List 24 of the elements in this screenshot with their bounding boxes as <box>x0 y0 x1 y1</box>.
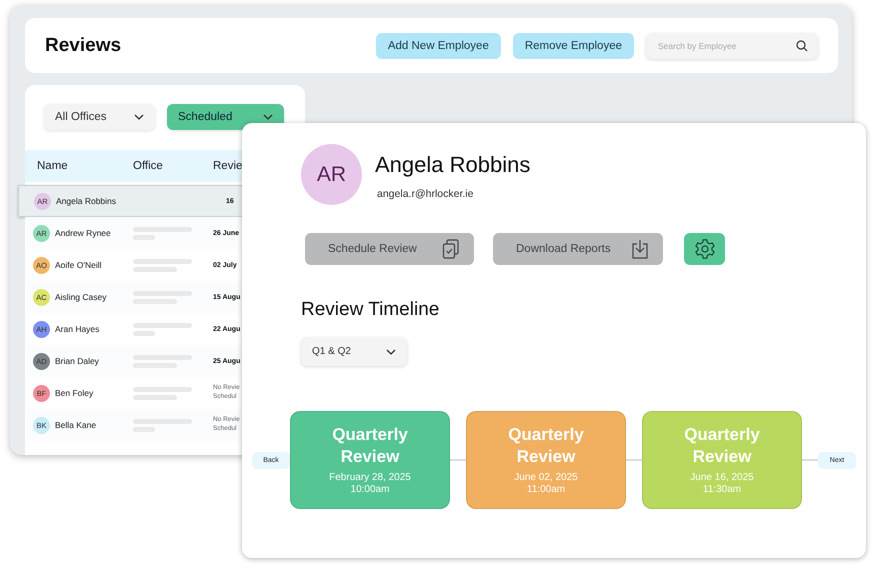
employee-name: Bella Kane <box>55 420 96 430</box>
column-header: Revie <box>213 160 244 172</box>
avatar: AR <box>301 144 362 205</box>
column-header: Name <box>37 160 69 172</box>
employee-name: Angela Robbins <box>56 196 116 206</box>
event-title: Quarterly Review <box>507 424 585 467</box>
employee-name: Aoife O'Neill <box>55 260 102 270</box>
page-title: Reviews <box>45 34 122 56</box>
employee-name: Brian Daley <box>55 356 99 366</box>
event-time: 11:00am <box>526 484 566 496</box>
event-title: Quarterly Review <box>331 424 409 467</box>
event-date: June 02, 2025 <box>514 472 578 484</box>
employee-name: Ben Foley <box>55 388 94 398</box>
event-date: February 28, 2025 <box>329 472 411 484</box>
employee-name: Aran Hayes <box>55 324 100 334</box>
event-time: 10:00am <box>350 484 390 496</box>
employee-name: Andrew Rynee <box>55 228 111 238</box>
event-date: June 16, 2025 <box>690 472 754 484</box>
event-time: 11:30am <box>702 484 742 496</box>
employee-name: Aisling Casey <box>55 292 106 302</box>
event-title: Quarterly Review <box>683 424 761 467</box>
employee-email: angela.r@hrlocker.ie <box>376 188 474 200</box>
employee-name: Angela Robbins <box>375 152 530 178</box>
column-header: Office <box>133 160 164 172</box>
